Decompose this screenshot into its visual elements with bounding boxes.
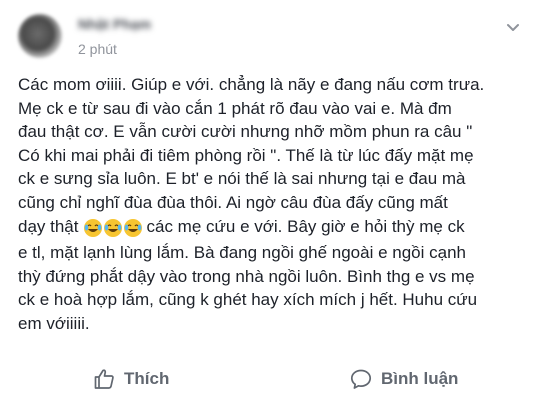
post-line: ck e hoà hợp lắm, cũng k ghét hay xích m… bbox=[18, 290, 478, 310]
post-timestamp[interactable]: 2 phút bbox=[78, 41, 117, 57]
post-line: đau thật cơ. E vẫn cười cười nhưng nhỡ m… bbox=[18, 122, 473, 142]
laughing-tears-emoji-icon bbox=[123, 218, 142, 237]
chevron-down-icon[interactable] bbox=[504, 18, 522, 36]
post-line: em vớiiiii. bbox=[18, 313, 90, 333]
comment-label: Bình luận bbox=[381, 369, 459, 388]
thumbs-up-icon bbox=[94, 369, 114, 389]
comment-button[interactable]: Bình luận bbox=[349, 361, 458, 397]
post-line-with-emoji: dạy thật các mẹ cứu e với. Bây giờ e hỏi … bbox=[18, 215, 518, 242]
like-label: Thích bbox=[124, 369, 170, 388]
like-button[interactable]: Thích bbox=[92, 361, 169, 397]
laughing-tears-emoji-icon bbox=[83, 218, 102, 237]
post-line-end: các mẹ cứu e với. Bây giờ e hỏi thỳ mẹ c… bbox=[146, 216, 465, 236]
post-line: e tl, mặt lạnh lùng lắm. Bà đang ngồi gh… bbox=[18, 243, 466, 263]
post-actions-bar: Thích Bình luận bbox=[0, 360, 540, 397]
post-body: Các mom ơiiii. Giúp e với. chẳng là nãy … bbox=[18, 73, 518, 336]
post-line: ck e sưng sỉa luôn. E bt' e nói thế là s… bbox=[18, 169, 466, 189]
comment-bubble-icon bbox=[350, 369, 372, 389]
post-line: Các mom ơiiii. Giúp e với. chẳng là nãy … bbox=[18, 75, 485, 94]
post-line-start: dạy thật bbox=[18, 216, 79, 236]
avatar[interactable] bbox=[18, 14, 62, 58]
post-line: cũng chỉ nghĩ đùa đùa thôi. Ai ngờ câu đ… bbox=[18, 192, 448, 212]
facebook-post: Nhật Phạm 2 phút Các mom ơiiii. Giúp e v… bbox=[0, 0, 540, 404]
post-line: thỳ đứng phắt dậy vào trong nhà ngồi luô… bbox=[18, 266, 475, 286]
author-name[interactable]: Nhật Phạm bbox=[78, 16, 188, 32]
post-line: Có khi mai phải đi tiêm phòng rồi ". Thế… bbox=[18, 145, 474, 165]
emoji-group bbox=[83, 218, 143, 242]
post-header: Nhật Phạm 2 phút bbox=[18, 14, 522, 58]
laughing-tears-emoji-icon bbox=[103, 218, 122, 237]
post-line: Mẹ ck e từ sau đi vào cắn 1 phát rõ đau … bbox=[18, 98, 452, 118]
